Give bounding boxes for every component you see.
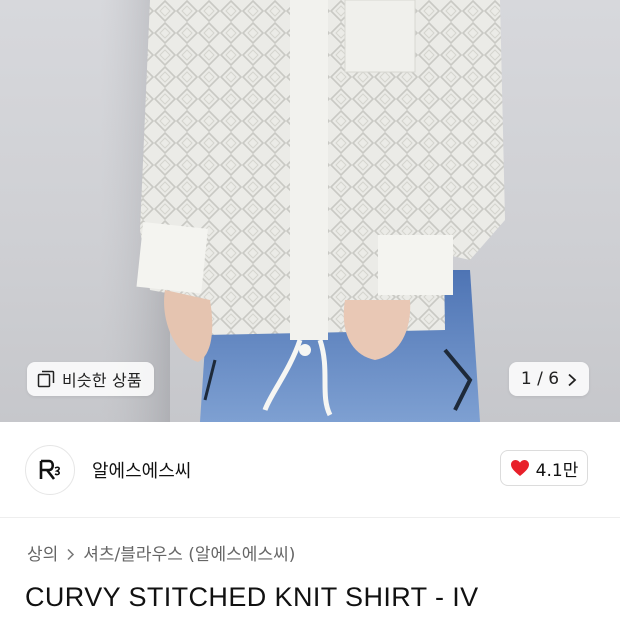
breadcrumb: 상의 셔츠/블라우스 (알에스에스씨) <box>27 540 295 565</box>
breadcrumb-category[interactable]: 상의 <box>27 540 58 565</box>
chevron-right-icon <box>567 372 577 387</box>
store-name[interactable]: 알에스에스씨 <box>92 457 191 483</box>
like-count: 4.1만 <box>535 460 579 481</box>
breadcrumb-subcategory[interactable]: 셔츠/블라우스 (알에스에스씨) <box>83 540 295 565</box>
page-counter-text: 1 / 6 <box>520 369 560 389</box>
product-image-carousel[interactable]: 비슷한 상품 1 / 6 <box>0 0 620 422</box>
similar-products-label: 비슷한 상품 <box>62 371 142 390</box>
store-logo-mark <box>39 459 60 480</box>
similar-products-icon <box>37 370 55 388</box>
store-row[interactable]: 알에스에스씨 4.1만 <box>0 422 620 518</box>
chevron-right-icon <box>66 546 75 561</box>
heart-icon <box>510 459 530 477</box>
store-logo[interactable] <box>25 444 75 495</box>
like-button[interactable]: 4.1만 <box>500 450 588 486</box>
image-page-counter[interactable]: 1 / 6 <box>509 362 589 396</box>
similar-products-button[interactable]: 비슷한 상품 <box>27 362 154 396</box>
product-title: CURVY STITCHED KNIT SHIRT - IV <box>25 582 479 612</box>
product-photo <box>100 0 505 422</box>
